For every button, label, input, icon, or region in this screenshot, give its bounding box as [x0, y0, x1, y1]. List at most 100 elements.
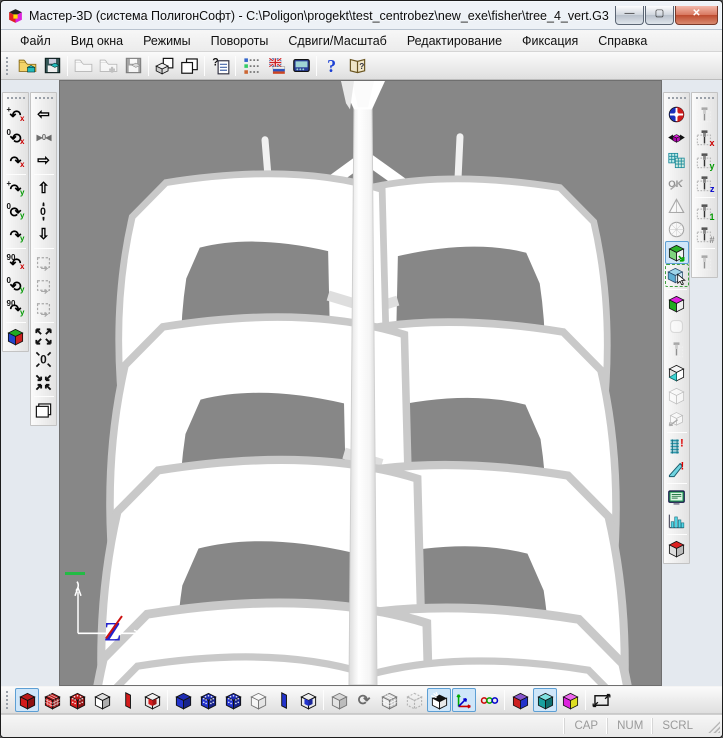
- cast-dotsphere-blue-button[interactable]: [196, 688, 220, 712]
- viewport-3d[interactable]: Z: [59, 80, 662, 686]
- light-cube-button[interactable]: [427, 688, 451, 712]
- titlebar[interactable]: Мастер-3D (система ПолигонСофт) - C:\Pol…: [1, 1, 722, 29]
- histogram-button[interactable]: [665, 509, 689, 532]
- copy-window-button[interactable]: [177, 54, 201, 78]
- gray-wire-button[interactable]: [377, 688, 401, 712]
- shaded-gray-button[interactable]: [665, 315, 689, 338]
- pan-down-button[interactable]: ⇩: [32, 223, 56, 246]
- color-faces-button[interactable]: [665, 292, 689, 315]
- zoom-region-3-button[interactable]: [32, 297, 56, 320]
- axis-cube-button[interactable]: [4, 325, 28, 348]
- close-button[interactable]: ✕: [675, 6, 718, 25]
- pan-up-button[interactable]: ⇧: [32, 177, 56, 200]
- language-flag-button[interactable]: [264, 54, 288, 78]
- menu-fixation[interactable]: Фиксация: [513, 31, 587, 51]
- open-model-button[interactable]: [15, 54, 39, 78]
- select-element-button[interactable]: [665, 264, 689, 287]
- import-file-button[interactable]: [96, 54, 120, 78]
- zoom-reset-button[interactable]: 0: [32, 348, 56, 371]
- gray-cube-button[interactable]: [327, 688, 351, 712]
- rotate-minus-x-button[interactable]: ↷x: [4, 149, 28, 172]
- view-sphere-button[interactable]: [665, 103, 689, 126]
- help-book-button[interactable]: ?: [345, 54, 369, 78]
- points-000-button[interactable]: [477, 688, 501, 712]
- dice-view-button[interactable]: [665, 384, 689, 407]
- pin-cube-button[interactable]: [693, 251, 717, 274]
- rotate-minus-90-button[interactable]: ↶90x: [4, 251, 28, 274]
- zoom-shrink-button[interactable]: [32, 371, 56, 394]
- mold-frame-red-button[interactable]: [140, 688, 164, 712]
- pin-model-button[interactable]: [665, 338, 689, 361]
- pin-z-button[interactable]: z: [693, 172, 717, 195]
- minimize-button[interactable]: —: [615, 6, 644, 25]
- cast-frame-blue-button[interactable]: [296, 688, 320, 712]
- toolbar-grip[interactable]: [696, 97, 714, 102]
- rotate-zero-y-button[interactable]: ⟳0y: [4, 200, 28, 223]
- cast-slice-blue-button[interactable]: [271, 688, 295, 712]
- mold-solid-red-button[interactable]: [15, 688, 39, 712]
- axes-xyz-button[interactable]: [452, 688, 476, 712]
- cube-red-blue-button[interactable]: [508, 688, 532, 712]
- settings-list-button[interactable]: [239, 54, 263, 78]
- zoom-region-button[interactable]: [32, 251, 56, 274]
- rotate-anim-button[interactable]: ⟳: [352, 688, 376, 712]
- net-view-button[interactable]: [665, 218, 689, 241]
- rotate-minus-y-button[interactable]: ↷y: [4, 223, 28, 246]
- toolbar-grip[interactable]: [7, 97, 25, 102]
- window-view-button[interactable]: [32, 399, 56, 422]
- pan-right-button[interactable]: ⇨: [32, 149, 56, 172]
- cube-top-view-button[interactable]: [665, 537, 689, 560]
- toolbar-grip[interactable]: [668, 97, 686, 102]
- rotate-plus-x-button[interactable]: ↶+x: [4, 103, 28, 126]
- layers-check-button[interactable]: !: [665, 435, 689, 458]
- toolbar-grip[interactable]: [6, 57, 11, 75]
- cube-teal-button[interactable]: [533, 688, 557, 712]
- center-horizontal-button[interactable]: ▶0◀: [32, 126, 56, 149]
- mold-dots-red-button[interactable]: [65, 688, 89, 712]
- pin-grid-button[interactable]: #: [693, 223, 717, 246]
- ok-apply-button[interactable]: OK: [665, 172, 689, 195]
- menu-editing[interactable]: Редактирование: [398, 31, 511, 51]
- pin-steps-button[interactable]: 1: [693, 200, 717, 223]
- menu-file[interactable]: Файл: [11, 31, 60, 51]
- rotate-reset-button[interactable]: ⟲0y: [4, 274, 28, 297]
- pan-left-button[interactable]: ⇦: [32, 103, 56, 126]
- rotate-zero-x-button[interactable]: ⟲0x: [4, 126, 28, 149]
- center-vertical-button[interactable]: 0: [32, 200, 56, 223]
- cast-empty-button[interactable]: [246, 688, 270, 712]
- resize-grip[interactable]: [706, 719, 720, 733]
- mold-empty-button[interactable]: [90, 688, 114, 712]
- gate-check-button[interactable]: !: [665, 458, 689, 481]
- cube-move-button[interactable]: [665, 407, 689, 430]
- save-as-button[interactable]: [121, 54, 145, 78]
- dashed-cube-button[interactable]: [402, 688, 426, 712]
- pin-y-button[interactable]: y: [693, 149, 717, 172]
- zoom-region-2-button[interactable]: [32, 274, 56, 297]
- cast-dots-blue-button[interactable]: [221, 688, 245, 712]
- pyramid-view-button[interactable]: [665, 195, 689, 218]
- zoom-expand-button[interactable]: [32, 325, 56, 348]
- mold-wire-red-button[interactable]: [40, 688, 64, 712]
- object-properties-button[interactable]: ?: [208, 54, 232, 78]
- save-model-button[interactable]: [40, 54, 64, 78]
- center-object-button[interactable]: [665, 126, 689, 149]
- copy-cube-button[interactable]: [152, 54, 176, 78]
- menu-window-view[interactable]: Вид окна: [62, 31, 132, 51]
- cube-magenta-button[interactable]: [558, 688, 582, 712]
- toolbar-grip[interactable]: [35, 97, 53, 102]
- menu-rotations[interactable]: Повороты: [202, 31, 278, 51]
- rotate-plus-y-button[interactable]: ↷+y: [4, 177, 28, 200]
- pin-x-button[interactable]: x: [693, 126, 717, 149]
- fit-window-button[interactable]: [589, 688, 613, 712]
- toolbar-grip[interactable]: [6, 691, 11, 709]
- surface-mode-button[interactable]: [665, 241, 689, 264]
- menu-help[interactable]: Справка: [589, 31, 656, 51]
- rotate-plus-90-button[interactable]: ↷90y: [4, 297, 28, 320]
- mold-slice-red-button[interactable]: [115, 688, 139, 712]
- cast-solid-blue-button[interactable]: [171, 688, 195, 712]
- section-view-button[interactable]: [665, 361, 689, 384]
- menu-modes[interactable]: Режимы: [134, 31, 200, 51]
- monitor-report-button[interactable]: [665, 486, 689, 509]
- open-file-button[interactable]: [71, 54, 95, 78]
- maximize-button[interactable]: ▢: [645, 6, 674, 25]
